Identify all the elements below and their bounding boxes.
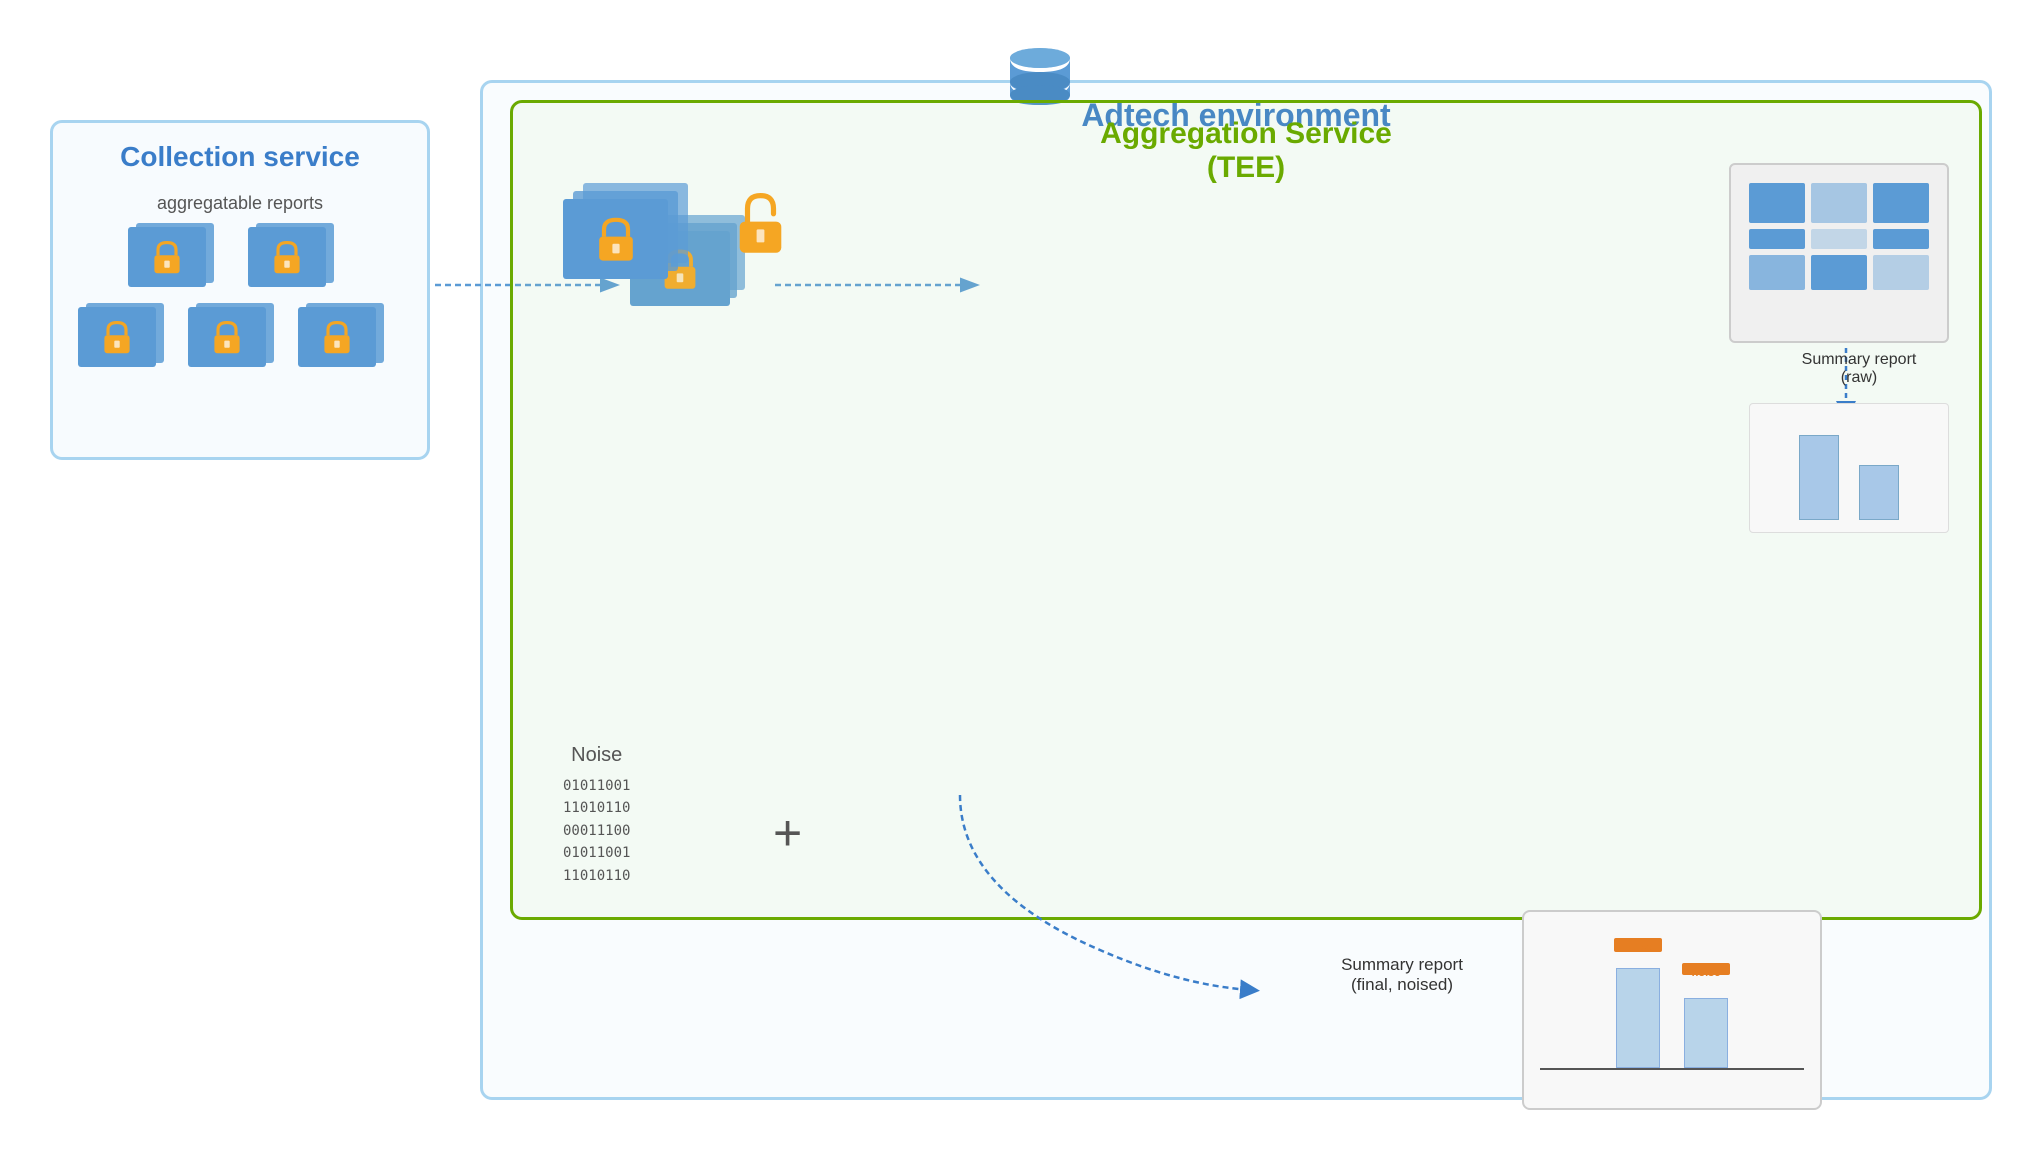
report-card-2 xyxy=(248,223,338,288)
noise-label-1: noise xyxy=(1624,942,1653,954)
raw-bar-chart xyxy=(1749,403,1949,533)
collection-service-title: Collection service xyxy=(120,141,360,173)
report-card-3 xyxy=(78,303,168,368)
noise-section: Noise 01011001 11010110 00011100 0101100… xyxy=(563,744,630,887)
agg-report-batch xyxy=(563,183,713,303)
noise-label-2: noise xyxy=(1692,967,1721,979)
diagram-container: Adtech environment Collection service ag… xyxy=(20,20,2012,1140)
noise-binary: 01011001 11010110 00011100 01011001 1101… xyxy=(563,775,630,887)
report-card-5 xyxy=(298,303,388,368)
summary-raw-label: Summary report (raw) xyxy=(1759,351,1959,387)
report-card-1 xyxy=(128,223,218,288)
report-cards-group xyxy=(78,223,408,403)
summary-final-card: noise noise xyxy=(1522,910,1822,1110)
collection-service-box: Collection service aggregatable reports xyxy=(50,120,430,460)
summary-final-label: Summary report (final, noised) xyxy=(1302,955,1502,995)
plus-sign: + xyxy=(773,804,802,862)
unlock-icon xyxy=(733,193,788,263)
aggregation-service-title: Aggregation Service (TEE) xyxy=(1100,117,1392,185)
summary-raw-card xyxy=(1729,163,1949,343)
arrow-agg-to-final xyxy=(900,790,1300,1010)
collection-service-subtitle: aggregatable reports xyxy=(157,193,323,214)
report-card-4 xyxy=(188,303,278,368)
